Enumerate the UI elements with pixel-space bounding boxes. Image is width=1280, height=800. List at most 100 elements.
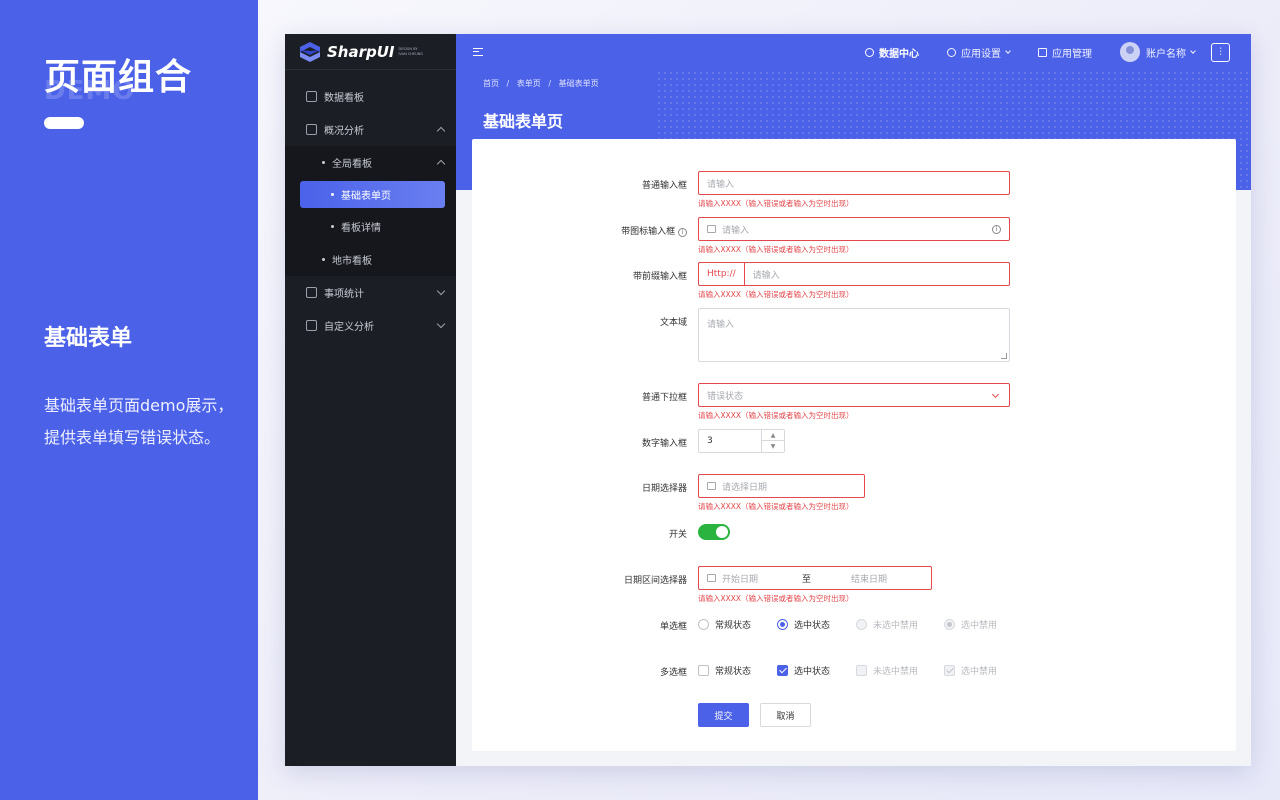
radio-label: 常规状态 bbox=[715, 620, 752, 631]
checkbox-box bbox=[944, 664, 956, 676]
topbar-app-settings[interactable]: 应用设置 bbox=[947, 45, 1011, 60]
select-dropdown[interactable]: 错误状态 bbox=[698, 383, 1010, 407]
input-prefix: Http:// bbox=[707, 263, 745, 285]
breadcrumb-forms[interactable]: 表单页 bbox=[517, 79, 541, 88]
info-icon: i bbox=[992, 225, 1001, 234]
breadcrumb-home[interactable]: 首页 bbox=[483, 79, 499, 88]
checkbox-normal[interactable]: 常规状态 bbox=[698, 664, 751, 677]
form-card: 普通输入框 请输入 请输入XXXX（输入错误或者输入为空时出现） 带图标输入框 … bbox=[472, 139, 1236, 751]
chevron-down-icon bbox=[1005, 48, 1011, 54]
pie-chart-icon bbox=[865, 47, 874, 57]
topbar-label: 应用设置 bbox=[961, 48, 1001, 60]
topbar-label: 数据中心 bbox=[879, 48, 919, 60]
chart-icon bbox=[306, 124, 317, 135]
brand-name: SharpUI bbox=[327, 42, 395, 61]
breadcrumb-current: 基础表单页 bbox=[558, 79, 599, 88]
topbar: 数据中心 应用设置 应用管理 账户名称 ⫶ bbox=[456, 34, 1251, 70]
sidebar-item-custom-analysis[interactable]: 自定义分析 bbox=[285, 309, 456, 342]
input-placeholder: 请输入 bbox=[722, 225, 750, 236]
chevron-down-icon bbox=[436, 319, 446, 329]
sidebar-item-dashboard[interactable]: 数据看板 bbox=[285, 80, 456, 113]
sidebar-submenu: 全局看板 基础表单页 看板详情 地市看板 bbox=[285, 146, 456, 276]
app-window: SharpUI DESIGN BY IVAN CHEUNG 数据看板 概况分析 … bbox=[285, 34, 1251, 766]
icon-input[interactable]: 请输入 i bbox=[698, 217, 1010, 241]
toggle-switch[interactable] bbox=[698, 524, 730, 540]
radio-checked-disabled: 选中禁用 bbox=[944, 618, 997, 631]
range-separator: 至 bbox=[802, 574, 812, 585]
intro-title: 页面组合 bbox=[44, 57, 193, 98]
radio-disabled: 未选中禁用 bbox=[856, 618, 918, 631]
checkbox-label: 选中禁用 bbox=[961, 666, 998, 677]
submit-button[interactable]: 提交 bbox=[698, 703, 749, 727]
sidebar-item-overview[interactable]: 概况分析 bbox=[285, 113, 456, 146]
sidebar-item-label: 概况分析 bbox=[324, 126, 364, 137]
topbar-items: 数据中心 应用设置 应用管理 账户名称 ⫶ bbox=[837, 34, 1251, 70]
sharpui-logo-icon bbox=[300, 41, 320, 62]
bullet-icon bbox=[322, 161, 325, 164]
stepper-down-icon[interactable]: ▼ bbox=[762, 441, 784, 452]
field-label: 带图标输入框 i bbox=[621, 224, 687, 237]
stepper-up-icon[interactable]: ▲ bbox=[762, 430, 784, 441]
radio-circle bbox=[698, 618, 709, 630]
sidebar: SharpUI DESIGN BY IVAN CHEUNG 数据看板 概况分析 … bbox=[285, 34, 456, 766]
topbar-app-manage[interactable]: 应用管理 bbox=[1038, 45, 1092, 60]
sidebar-item-label: 全局看板 bbox=[332, 159, 372, 170]
error-message: 请输入XXXX（输入错误或者输入为空时出现） bbox=[698, 502, 854, 511]
radio-checked[interactable]: 选中状态 bbox=[777, 618, 830, 631]
list-icon bbox=[306, 287, 317, 298]
select-placeholder: 错误状态 bbox=[707, 391, 744, 402]
chevron-down-icon bbox=[436, 286, 446, 296]
sidebar-item-city-board[interactable]: 地市看板 bbox=[285, 243, 456, 276]
checkbox-label: 未选中禁用 bbox=[873, 666, 919, 677]
sidebar-menu: 数据看板 概况分析 全局看板 基础表单页 看板详情 地市看板 事项统计 自定义分… bbox=[285, 70, 456, 342]
field-label: 数字输入框 bbox=[641, 439, 687, 449]
error-message: 请输入XXXX（输入错误或者输入为空时出现） bbox=[698, 290, 854, 299]
error-message: 请输入XXXX（输入错误或者输入为空时出现） bbox=[698, 594, 854, 603]
number-input[interactable]: 3 ▲ ▼ bbox=[698, 429, 785, 453]
checkbox-checked-disabled: 选中禁用 bbox=[944, 664, 997, 677]
page-title: 基础表单页 bbox=[483, 112, 564, 131]
menu-toggle-icon[interactable] bbox=[473, 48, 483, 56]
field-label: 普通输入框 bbox=[641, 181, 687, 191]
image-icon bbox=[707, 225, 716, 233]
normal-input[interactable]: 请输入 bbox=[698, 171, 1010, 195]
avatar bbox=[1120, 42, 1140, 62]
field-label: 带前缀输入框 bbox=[632, 272, 687, 282]
number-value: 3 bbox=[707, 436, 713, 446]
intro-description: 基础表单页面demo展示，提供表单填写错误状态。 bbox=[44, 396, 234, 447]
radio-normal[interactable]: 常规状态 bbox=[698, 618, 751, 631]
sidebar-item-statistics[interactable]: 事项统计 bbox=[285, 276, 456, 309]
intro-subtitle: 基础表单 bbox=[44, 326, 133, 351]
custom-icon bbox=[306, 320, 317, 331]
checkbox-disabled: 未选中禁用 bbox=[856, 664, 918, 677]
prefix-input[interactable]: Http:// 请输入 bbox=[698, 262, 1010, 286]
sidebar-item-label: 数据看板 bbox=[324, 93, 364, 104]
textarea[interactable]: 请输入 bbox=[698, 308, 1010, 362]
topbar-data-center[interactable]: 数据中心 bbox=[865, 45, 919, 60]
calendar-icon bbox=[707, 574, 716, 582]
calendar-icon bbox=[707, 482, 716, 490]
intro-pill bbox=[44, 117, 84, 129]
topbar-account[interactable]: 账户名称 bbox=[1120, 42, 1196, 62]
radio-label: 选中禁用 bbox=[961, 620, 998, 631]
breadcrumb-separator: / bbox=[506, 79, 510, 88]
radio-label: 未选中禁用 bbox=[873, 620, 919, 631]
sidebar-item-label: 自定义分析 bbox=[324, 322, 374, 333]
error-message: 请输入XXXX（输入错误或者输入为空时出现） bbox=[698, 199, 854, 208]
cancel-button[interactable]: 取消 bbox=[760, 703, 811, 727]
radio-label: 选中状态 bbox=[794, 620, 831, 631]
checkbox-box bbox=[777, 664, 789, 676]
date-range-picker[interactable]: 开始日期 至 结束日期 bbox=[698, 566, 932, 590]
sidebar-item-board-detail[interactable]: 看板详情 bbox=[285, 210, 456, 243]
brand: SharpUI DESIGN BY IVAN CHEUNG bbox=[285, 34, 456, 70]
checkbox-checked[interactable]: 选中状态 bbox=[777, 664, 830, 677]
chevron-up-icon bbox=[436, 159, 446, 169]
sidebar-item-basic-form[interactable]: 基础表单页 bbox=[300, 181, 445, 208]
chevron-down-icon bbox=[1190, 48, 1196, 54]
breadcrumb-separator: / bbox=[548, 79, 552, 88]
sliders-icon[interactable]: ⫶ bbox=[1211, 42, 1230, 62]
sidebar-item-global-board[interactable]: 全局看板 bbox=[285, 146, 456, 179]
radio-circle bbox=[856, 618, 868, 630]
dashboard-icon bbox=[306, 91, 317, 102]
date-picker[interactable]: 请选择日期 bbox=[698, 474, 865, 498]
